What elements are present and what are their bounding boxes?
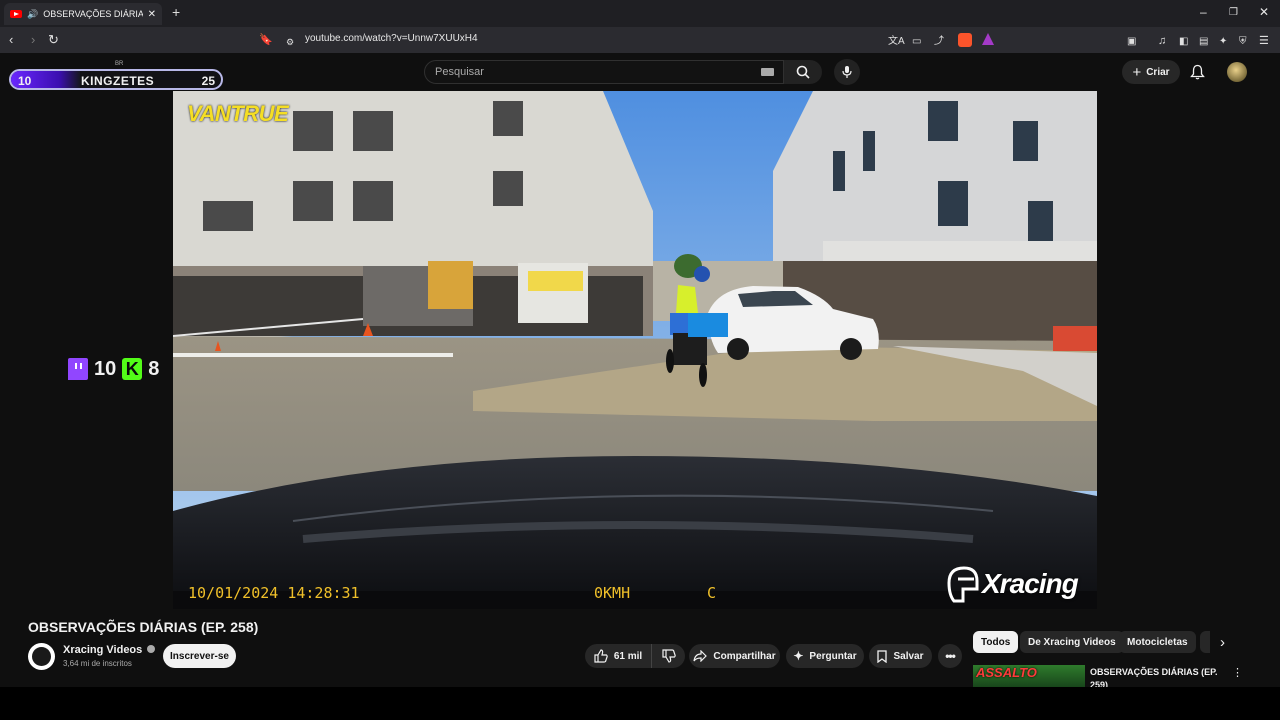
score-name: KINGZETES — [81, 74, 155, 88]
create-button[interactable]: + Criar — [1122, 60, 1180, 84]
bookmark-icon[interactable]: 🔖 — [259, 31, 273, 49]
browser-tab[interactable]: 🔊 OBSERVAÇÕES DIÁRIAS (EP. 258) ✕ — [4, 3, 162, 25]
dashcam-brand: VANTRUE — [187, 101, 289, 126]
recommendation-thumbnail[interactable]: ASSALTO — [973, 665, 1085, 687]
save-button[interactable]: Salvar — [869, 644, 932, 668]
score-left: 10 — [18, 74, 32, 88]
xracing-watermark: Xracing — [946, 562, 1094, 606]
dashcam-flag: C — [707, 584, 717, 602]
helmet-icon — [947, 566, 979, 603]
save-label: Salvar — [893, 650, 924, 662]
kick-count: 8 — [148, 357, 160, 380]
chip-from-channel[interactable]: De Xracing Videos — [1020, 631, 1124, 653]
ai-icon[interactable]: ✦ — [1219, 33, 1227, 51]
sidebar-toggle-icon[interactable]: ▣ — [1127, 33, 1136, 51]
microphone-icon — [842, 66, 852, 78]
bottom-bar — [0, 687, 1280, 720]
chip-motorcycles[interactable]: Motocicletas — [1119, 631, 1196, 653]
twitch-count: 10 — [94, 357, 117, 380]
more-vertical-icon[interactable]: ⋮ — [1232, 666, 1243, 679]
create-label: Criar — [1146, 66, 1170, 78]
brave-shield-icon[interactable] — [958, 33, 972, 47]
close-icon[interactable]: ✕ — [1259, 5, 1269, 19]
subscribe-button[interactable]: Inscrever-se — [163, 644, 236, 668]
translate-icon[interactable]: 文A — [888, 33, 905, 51]
notifications-bell-icon[interactable] — [1190, 64, 1205, 80]
chip-overflow[interactable] — [1200, 631, 1210, 653]
score-overlay: 10 KINGZETES 25 — [9, 69, 223, 90]
thumbs-up-icon — [594, 649, 608, 663]
share-label: Compartilhar — [713, 650, 776, 662]
tab-close-icon[interactable]: ✕ — [148, 9, 156, 20]
like-button[interactable]: 61 mil — [585, 644, 651, 668]
video-player[interactable] — [173, 91, 1097, 609]
voice-search-button[interactable] — [834, 59, 860, 85]
youtube-favicon-icon — [10, 10, 22, 18]
like-count: 61 mil — [613, 650, 643, 662]
bookmark-save-icon — [877, 649, 888, 663]
dislike-button[interactable] — [651, 644, 685, 668]
chevron-right-icon[interactable]: › — [1220, 634, 1225, 651]
panel-icon[interactable]: ◧ — [1179, 33, 1188, 51]
cast-icon[interactable]: ▭ — [912, 33, 921, 51]
back-icon[interactable]: ‹ — [9, 31, 13, 49]
reload-icon[interactable]: ↻ — [48, 31, 59, 49]
watermark-text: Xracing — [982, 568, 1079, 599]
site-info-icon[interactable]: ⚙ — [286, 33, 294, 51]
dashcam-speed: 0KMH — [594, 584, 631, 602]
thumbnail-text: ASSALTO — [976, 665, 1037, 680]
more-actions-button[interactable]: ••• — [938, 644, 962, 668]
sparkle-icon: ✦ — [793, 649, 804, 663]
search-input[interactable]: Pesquisar — [424, 60, 784, 84]
share-icon[interactable]: ⤴ — [934, 33, 944, 51]
browser-toolbar: ‹ › ↻ 🔖 ⚙ youtube.com/watch?v=Unnw7XUUxH… — [0, 27, 1280, 53]
twitch-icon — [68, 358, 88, 380]
rewards-icon[interactable] — [982, 33, 994, 45]
score-right: 25 — [201, 74, 215, 88]
forward-icon[interactable]: › — [31, 31, 35, 49]
thumbs-down-icon — [661, 649, 676, 663]
subscriber-count: 3,64 mi de inscritos — [63, 659, 132, 668]
channel-name[interactable]: Xracing Videos — [63, 644, 156, 656]
channel-avatar[interactable] — [28, 643, 55, 670]
video-title: OBSERVAÇÕES DIÁRIAS (EP. 258) — [28, 619, 259, 635]
verified-icon — [147, 645, 156, 653]
video-frame — [173, 91, 1097, 609]
account-avatar[interactable] — [1227, 62, 1247, 82]
kick-icon: K — [122, 358, 143, 380]
wallet-icon[interactable]: ▤ — [1199, 33, 1208, 51]
plus-icon: + — [1132, 63, 1142, 81]
recommendation-title[interactable]: OBSERVAÇÕES DIÁRIAS (EP. 259) — [1090, 666, 1220, 687]
share-arrow-icon — [693, 650, 708, 662]
share-button[interactable]: Compartilhar — [689, 644, 780, 668]
minimize-icon[interactable]: – — [1200, 5, 1207, 19]
tab-title: OBSERVAÇÕES DIÁRIAS (EP. 258) — [43, 9, 143, 19]
search-button[interactable] — [784, 60, 822, 84]
browser-tab-strip: 🔊 OBSERVAÇÕES DIÁRIAS (EP. 258) ✕ + – ❐ … — [0, 0, 1280, 27]
search-icon — [796, 65, 810, 79]
youtube-logo-region: BR — [115, 61, 124, 67]
platform-counts: 10 K 8 — [68, 357, 159, 381]
media-icon[interactable]: ♫ — [1158, 32, 1166, 50]
ask-label: Perguntar — [809, 650, 857, 662]
menu-icon[interactable]: ☰ — [1259, 32, 1269, 50]
restore-icon[interactable]: ❐ — [1229, 7, 1238, 18]
address-bar[interactable]: youtube.com/watch?v=Unnw7XUUxH4 — [305, 33, 478, 44]
speaker-icon[interactable]: 🔊 — [27, 9, 38, 20]
keyboard-icon[interactable] — [761, 68, 774, 76]
ask-button[interactable]: ✦ Perguntar — [786, 644, 864, 668]
dashcam-timestamp: 10/01/2024 14:28:31 — [188, 584, 360, 602]
channel-logo-icon — [32, 647, 51, 666]
chip-all[interactable]: Todos — [973, 631, 1019, 653]
vpn-icon[interactable]: ⛨ — [1239, 33, 1247, 51]
channel-name-text: Xracing Videos — [63, 644, 143, 656]
more-horizontal-icon: ••• — [945, 649, 956, 663]
new-tab-button[interactable]: + — [172, 4, 180, 20]
